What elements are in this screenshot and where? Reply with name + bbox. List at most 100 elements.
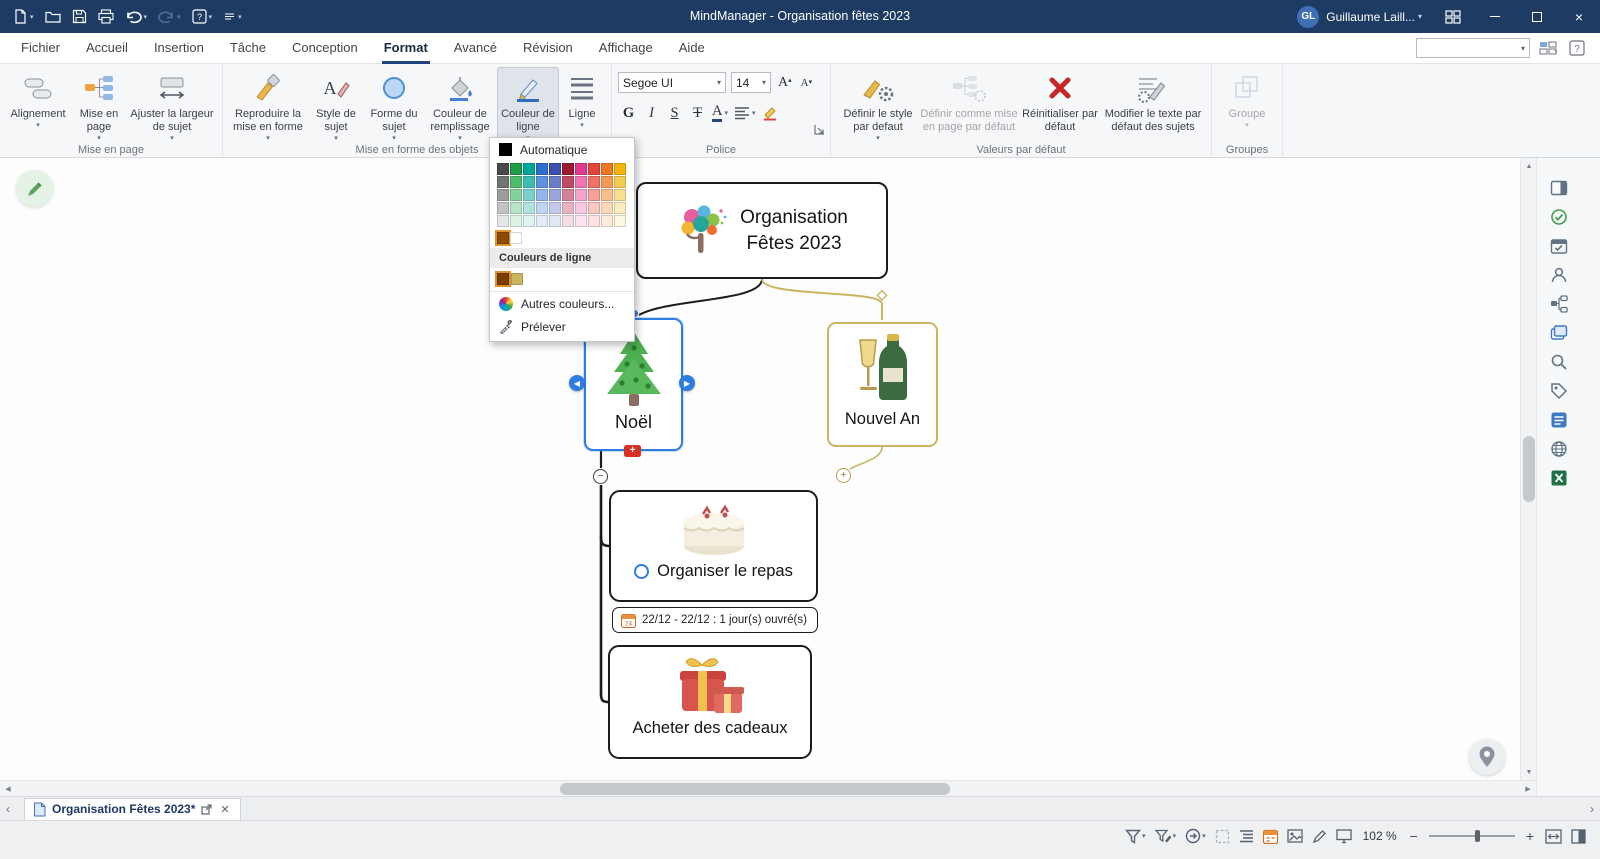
tab-revision[interactable]: Révision	[510, 33, 586, 64]
color-swatch[interactable]	[588, 189, 600, 201]
help-icon[interactable]: ?▾	[187, 4, 218, 30]
color-swatch[interactable]	[614, 215, 626, 227]
tab-aide[interactable]: Aide	[666, 33, 718, 64]
color-swatch[interactable]	[562, 215, 574, 227]
color-swatch[interactable]	[588, 202, 600, 214]
tab-affichage[interactable]: Affichage	[586, 33, 666, 64]
tab-accueil[interactable]: Accueil	[73, 33, 141, 64]
color-swatch[interactable]	[536, 215, 548, 227]
topic-central[interactable]: Organisation Fêtes 2023	[636, 182, 888, 279]
color-swatch[interactable]	[614, 189, 626, 201]
tab-conception[interactable]: Conception	[279, 33, 371, 64]
person-icon[interactable]	[1545, 262, 1573, 288]
shrink-font-button[interactable]: A▾	[799, 77, 814, 89]
color-swatch[interactable]	[497, 189, 509, 201]
calendar-check-icon[interactable]	[1545, 233, 1573, 259]
color-swatch[interactable]	[575, 163, 587, 175]
document-tab[interactable]: Organisation Fêtes 2023* ✕	[24, 798, 241, 820]
horizontal-scrollbar[interactable]: ◀ ▶	[0, 780, 1536, 796]
close-button[interactable]: ×	[1558, 0, 1600, 33]
strikethrough-button[interactable]: T	[687, 102, 708, 124]
counter-icon[interactable]	[1545, 407, 1573, 433]
redo-icon[interactable]: ▾	[153, 4, 186, 30]
topic-nouvel-an[interactable]: Nouvel An	[827, 322, 938, 447]
color-swatch[interactable]	[614, 163, 626, 175]
scroll-up-icon[interactable]: ▲	[1521, 158, 1537, 174]
minimize-button[interactable]	[1474, 0, 1516, 33]
hierarchy-icon[interactable]	[1545, 291, 1573, 317]
color-swatch[interactable]	[614, 202, 626, 214]
customize-qat-icon[interactable]: ▾	[218, 4, 247, 30]
color-swatch[interactable]	[549, 202, 561, 214]
color-swatch[interactable]	[549, 215, 561, 227]
outline-icon[interactable]	[1239, 829, 1254, 843]
monitor-icon[interactable]	[1336, 829, 1352, 844]
color-swatch[interactable]	[588, 176, 600, 188]
float-tab-icon[interactable]	[201, 804, 212, 815]
automatic-color-item[interactable]: Automatique	[490, 138, 634, 161]
user-avatar[interactable]: GL	[1297, 6, 1319, 28]
print-icon[interactable]	[93, 4, 119, 30]
ribbon-search-combo[interactable]: ▾	[1416, 38, 1530, 58]
tab-fichier[interactable]: Fichier	[8, 33, 73, 64]
collapse-subtree-button[interactable]: −	[593, 469, 608, 484]
grow-font-button[interactable]: A▴	[776, 75, 794, 91]
ajuster-largeur-button[interactable]: Ajuster la largeur de sujet ▾	[128, 67, 216, 142]
color-swatch[interactable]	[601, 215, 613, 227]
tab-insertion[interactable]: Insertion	[141, 33, 217, 64]
task-check-icon[interactable]	[1545, 204, 1573, 230]
color-swatch[interactable]	[497, 202, 509, 214]
user-name[interactable]: Guillaume Laill...	[1326, 10, 1415, 24]
color-swatch[interactable]	[523, 163, 535, 175]
tab-scroll-left-icon[interactable]: ‹	[0, 797, 16, 821]
color-swatch[interactable]	[497, 176, 509, 188]
color-swatch[interactable]	[510, 189, 522, 201]
color-swatch[interactable]	[601, 189, 613, 201]
layout-options-icon[interactable]	[1537, 38, 1559, 58]
color-swatch[interactable]	[497, 215, 509, 227]
couleur-de-ligne-button[interactable]: Couleur de ligne ▾	[497, 67, 559, 142]
insert-topic-right-handle[interactable]: ▶	[679, 375, 695, 391]
vertical-scroll-thumb[interactable]	[1523, 436, 1535, 502]
index-cards-icon[interactable]	[1545, 320, 1573, 346]
text-align-button[interactable]: ▾	[732, 106, 758, 120]
globe-icon[interactable]	[1545, 436, 1573, 462]
color-swatch[interactable]	[536, 176, 548, 188]
expand-subtree-button[interactable]: +	[836, 468, 851, 483]
recent-color-swatch[interactable]	[510, 232, 522, 244]
new-document-icon[interactable]: ▾	[8, 4, 39, 30]
color-swatch[interactable]	[510, 202, 522, 214]
color-swatch[interactable]	[562, 176, 574, 188]
style-de-sujet-button[interactable]: A Style de sujet ▾	[307, 67, 365, 142]
line-color-swatch[interactable]	[511, 273, 523, 285]
police-dialog-launcher[interactable]	[814, 122, 825, 140]
font-size-select[interactable]: 14 ▾	[731, 72, 771, 93]
panel-toggle-icon[interactable]	[1545, 175, 1573, 201]
close-tab-icon[interactable]: ✕	[218, 803, 231, 816]
underline-button[interactable]: S	[664, 102, 685, 124]
font-color-button[interactable]: A ▾	[710, 104, 730, 122]
quick-help-icon[interactable]: ?	[1566, 38, 1588, 58]
zoom-select-icon[interactable]: ▾	[1185, 828, 1206, 844]
color-swatch[interactable]	[523, 189, 535, 201]
forme-du-sujet-button[interactable]: Forme du sujet ▾	[365, 67, 423, 142]
color-swatch[interactable]	[549, 176, 561, 188]
tab-format[interactable]: Format	[371, 33, 441, 64]
color-swatch[interactable]	[601, 202, 613, 214]
save-icon[interactable]	[67, 4, 92, 30]
color-swatch[interactable]	[536, 163, 548, 175]
color-swatch[interactable]	[497, 163, 509, 175]
topic-organiser-le-repas[interactable]: Organiser le repas	[609, 490, 818, 602]
filter-icon[interactable]: ▾	[1125, 829, 1146, 844]
color-swatch[interactable]	[536, 189, 548, 201]
task-progress-icon[interactable]	[634, 564, 649, 579]
open-folder-icon[interactable]	[40, 4, 66, 30]
color-swatch[interactable]	[601, 163, 613, 175]
scroll-left-icon[interactable]: ◀	[0, 781, 16, 797]
image-icon[interactable]	[1287, 829, 1303, 843]
color-swatch[interactable]	[588, 163, 600, 175]
alignement-button[interactable]: Alignement ▾	[6, 67, 70, 129]
topic-acheter-des-cadeaux[interactable]: Acheter des cadeaux	[608, 645, 812, 759]
definir-style-defaut-button[interactable]: Définir le style par defaut ▾	[837, 67, 919, 142]
color-swatch[interactable]	[575, 189, 587, 201]
